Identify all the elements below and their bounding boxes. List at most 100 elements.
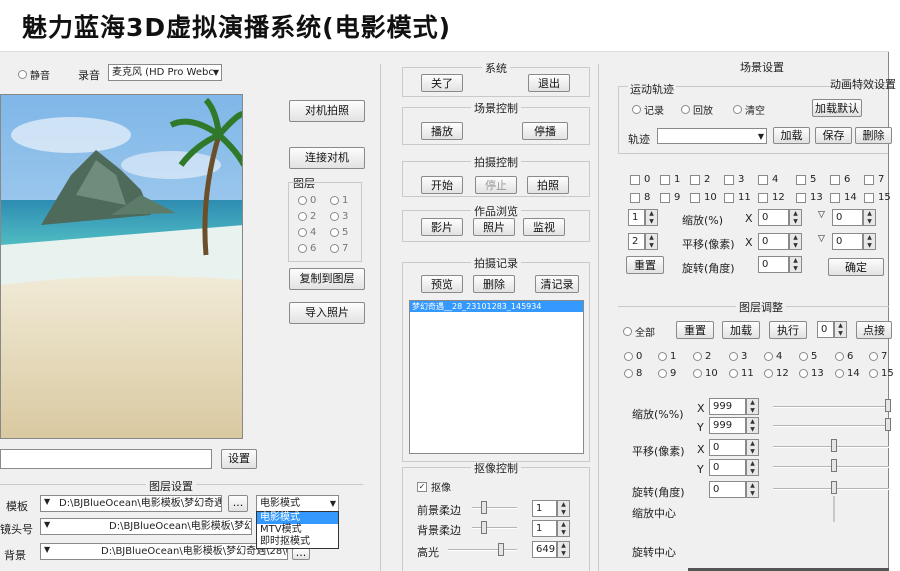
- scene-layer-checkbox-8[interactable]: 8: [630, 192, 650, 203]
- adjust-layer-radio-9[interactable]: 9: [658, 368, 676, 379]
- scene-layer-checkbox-13[interactable]: 13: [796, 192, 823, 203]
- adjust-layer-radio-0[interactable]: 0: [624, 351, 642, 362]
- clear-radio[interactable]: 清空: [733, 102, 765, 117]
- set-button[interactable]: 设置: [221, 449, 257, 469]
- movie-button[interactable]: 影片: [421, 218, 463, 236]
- rot-slider[interactable]: [831, 481, 837, 494]
- spinner-arrows-icon[interactable]: ▲ ▼: [557, 541, 570, 558]
- scene-layer-checkbox-4[interactable]: 4: [758, 174, 778, 185]
- audio-device-select[interactable]: 麦克风 (HD Pro Webc ▼: [108, 64, 222, 81]
- layer-radio-3[interactable]: 3: [330, 211, 348, 222]
- adjust-layer-radio-13[interactable]: 13: [799, 368, 824, 379]
- scene-reset-button[interactable]: 重置: [626, 256, 664, 274]
- spinner-arrows-icon[interactable]: ▲ ▼: [863, 209, 876, 226]
- adjust-load-button[interactable]: 加载: [722, 321, 760, 339]
- scene-layer-checkbox-11[interactable]: 11: [724, 192, 751, 203]
- adjust-reset-button[interactable]: 重置: [676, 321, 714, 339]
- bg-soft-slider[interactable]: [481, 521, 487, 534]
- adjust-exec-button[interactable]: 执行: [769, 321, 807, 339]
- scene-pan-x-input[interactable]: 0: [758, 233, 789, 250]
- spinner-arrows-icon[interactable]: ▲ ▼: [557, 500, 570, 517]
- replay-radio[interactable]: 回放: [681, 102, 713, 117]
- spinner-arrows-icon[interactable]: ▲ ▼: [557, 520, 570, 537]
- stop-play-button[interactable]: 停播: [522, 122, 568, 140]
- spinner-arrows-icon[interactable]: ▲ ▼: [645, 233, 658, 250]
- adjust-layer-radio-7[interactable]: 7: [869, 351, 887, 362]
- monitor-button[interactable]: 监视: [523, 218, 565, 236]
- scene-spin-1[interactable]: 1: [628, 209, 645, 226]
- layer-radio-1[interactable]: 1: [330, 195, 348, 206]
- browse-button[interactable]: ...: [292, 547, 310, 560]
- layer-radio-7[interactable]: 7: [330, 243, 348, 254]
- scene-layer-checkbox-7[interactable]: 7: [864, 174, 884, 185]
- highlight-slider[interactable]: [498, 543, 504, 556]
- spinner-arrows-icon[interactable]: ▲ ▼: [863, 233, 876, 250]
- highlight-input[interactable]: 649: [532, 541, 557, 558]
- copy-to-layer-button[interactable]: 复制到图层: [289, 268, 365, 290]
- adjust-spin-input[interactable]: 0: [817, 321, 834, 338]
- load-default-button[interactable]: 加载默认: [812, 99, 862, 117]
- scene-layer-checkbox-1[interactable]: 1: [660, 174, 680, 185]
- import-photo-button[interactable]: 导入照片: [289, 302, 365, 324]
- spinner-arrows-icon[interactable]: ▲ ▼: [789, 256, 802, 273]
- photo-button[interactable]: 拍照: [527, 176, 569, 194]
- adjust-layer-radio-15[interactable]: 15: [869, 368, 894, 379]
- adjust-zoom-y-input[interactable]: 999: [709, 417, 746, 434]
- scene-layer-checkbox-15[interactable]: 15: [864, 192, 891, 203]
- adjust-layer-radio-3[interactable]: 3: [729, 351, 747, 362]
- zoom-x-slider[interactable]: [885, 399, 891, 412]
- scene-layer-checkbox-6[interactable]: 6: [830, 174, 850, 185]
- scene-layer-checkbox-12[interactable]: 12: [758, 192, 785, 203]
- adjust-layer-radio-14[interactable]: 14: [835, 368, 860, 379]
- layer-radio-2[interactable]: 2: [298, 211, 316, 222]
- fg-soft-input[interactable]: 1: [532, 500, 557, 517]
- all-layers-radio[interactable]: 全部: [623, 324, 655, 339]
- layer-radio-4[interactable]: 4: [298, 227, 316, 238]
- start-button[interactable]: 开始: [421, 176, 463, 194]
- scene-layer-checkbox-14[interactable]: 14: [830, 192, 857, 203]
- fg-soft-slider[interactable]: [481, 501, 487, 514]
- spinner-arrows-icon[interactable]: ▲ ▼: [789, 209, 802, 226]
- stop-button[interactable]: 停止: [475, 176, 517, 194]
- adjust-pan-y-input[interactable]: 0: [709, 459, 746, 476]
- mode-option[interactable]: MTV模式: [257, 524, 338, 536]
- adjust-layer-radio-2[interactable]: 2: [693, 351, 711, 362]
- spinner-arrows-icon[interactable]: ▲ ▼: [746, 398, 759, 415]
- clear-records-button[interactable]: 清记录: [535, 275, 579, 293]
- spinner-arrows-icon[interactable]: ▲ ▼: [789, 233, 802, 250]
- scene-spin-2[interactable]: 2: [628, 233, 645, 250]
- mode-select[interactable]: 电影模式 ▼: [256, 495, 339, 512]
- scene-layer-checkbox-10[interactable]: 10: [690, 192, 717, 203]
- layer-radio-0[interactable]: 0: [298, 195, 316, 206]
- zoom-y-slider[interactable]: [885, 418, 891, 431]
- play-button[interactable]: 播放: [421, 122, 463, 140]
- layer-radio-6[interactable]: 6: [298, 243, 316, 254]
- spinner-arrows-icon[interactable]: ▲ ▼: [834, 321, 847, 338]
- adjust-layer-radio-4[interactable]: 4: [764, 351, 782, 362]
- adjust-layer-radio-8[interactable]: 8: [624, 368, 642, 379]
- delete-button[interactable]: 删除: [855, 127, 892, 144]
- connect-camera-button[interactable]: 连接对机: [289, 147, 365, 169]
- adjust-layer-radio-1[interactable]: 1: [658, 351, 676, 362]
- close-button[interactable]: 关了: [421, 74, 463, 92]
- pan-y-slider[interactable]: [831, 459, 837, 472]
- camera-shoot-button[interactable]: 对机拍照: [289, 100, 365, 122]
- scene-layer-checkbox-3[interactable]: 3: [724, 174, 744, 185]
- lens-path-select[interactable]: D:\BJBlueOcean\电影模板\梦幻奇: [40, 518, 252, 535]
- preview-button[interactable]: 预览: [421, 275, 463, 293]
- template-path-select[interactable]: D:\BJBlueOcean\电影模板\梦幻奇遇: [40, 495, 222, 512]
- exit-button[interactable]: 退出: [528, 74, 570, 92]
- adjust-layer-radio-10[interactable]: 10: [693, 368, 718, 379]
- list-item[interactable]: 梦幻奇遇__28_23101283_145934: [410, 301, 583, 312]
- spinner-arrows-icon[interactable]: ▲ ▼: [746, 439, 759, 456]
- scene-zoom-x-input[interactable]: 0: [758, 209, 789, 226]
- record-radio[interactable]: 记录: [632, 102, 664, 117]
- scene-layer-checkbox-5[interactable]: 5: [796, 174, 816, 185]
- adjust-layer-radio-11[interactable]: 11: [729, 368, 754, 379]
- layer-radio-5[interactable]: 5: [330, 227, 348, 238]
- path-input[interactable]: [0, 449, 212, 469]
- save-button[interactable]: 保存: [815, 127, 852, 144]
- background-path-input[interactable]: D:\BJBlueOcean\电影模板\梦幻奇遇\28\0: [40, 543, 288, 560]
- spinner-arrows-icon[interactable]: ▲ ▼: [746, 459, 759, 476]
- adjust-layer-radio-5[interactable]: 5: [799, 351, 817, 362]
